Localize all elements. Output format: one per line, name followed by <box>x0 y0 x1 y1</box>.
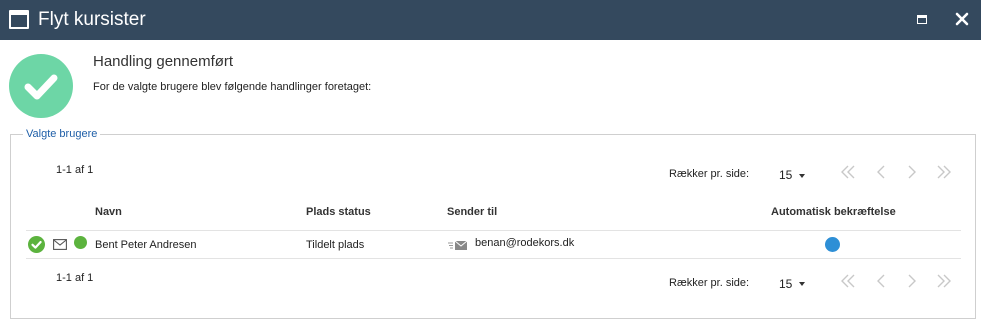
chevron-down-icon[interactable] <box>799 174 805 178</box>
previous-page-icon[interactable] <box>872 164 890 180</box>
window-icon <box>9 10 29 29</box>
rows-per-page-select[interactable]: 15 <box>779 277 792 291</box>
row-divider <box>26 258 961 259</box>
first-page-icon[interactable] <box>839 273 857 289</box>
title-bar: Flyt kursister <box>0 0 981 40</box>
selected-users-panel <box>10 134 976 319</box>
column-header-send-to[interactable]: Sender til <box>447 206 497 218</box>
first-page-icon[interactable] <box>839 164 857 180</box>
rows-per-page-label: Rækker pr. side: <box>669 168 750 180</box>
next-page-icon[interactable] <box>903 164 921 180</box>
last-page-icon[interactable] <box>935 164 953 180</box>
column-header-name[interactable]: Navn <box>95 206 122 218</box>
result-count-bottom: 1-1 af 1 <box>56 272 94 284</box>
user-name: Bent Peter Andresen <box>95 239 197 251</box>
last-page-icon[interactable] <box>935 273 953 289</box>
next-page-icon[interactable] <box>903 273 921 289</box>
result-heading: Handling gennemført <box>93 53 234 70</box>
chevron-down-icon[interactable] <box>799 282 805 286</box>
check-circle-icon <box>28 236 45 253</box>
auto-confirm-indicator <box>825 237 840 252</box>
status-dot-green <box>74 236 87 249</box>
header-divider <box>26 230 961 231</box>
result-count-top: 1-1 af 1 <box>56 164 94 176</box>
column-header-auto-confirm[interactable]: Automatisk bekræftelse <box>771 206 896 218</box>
close-icon[interactable] <box>953 10 971 28</box>
seat-status: Tildelt plads <box>306 239 365 251</box>
recipient-email: benan@rodekors.dk <box>475 237 575 249</box>
send-mail-icon <box>448 238 468 250</box>
maximize-icon[interactable] <box>917 15 927 24</box>
window-title: Flyt kursister <box>38 9 146 30</box>
result-message: For de valgte brugere blev følgende hand… <box>93 81 372 93</box>
panel-legend: Valgte brugere <box>23 127 101 141</box>
rows-per-page-label: Rækker pr. side: <box>669 277 750 289</box>
previous-page-icon[interactable] <box>872 273 890 289</box>
rows-per-page-select[interactable]: 15 <box>779 168 792 182</box>
checkmark-circle-icon <box>9 54 73 118</box>
column-header-seat-status[interactable]: Plads status <box>306 206 371 218</box>
envelope-icon <box>53 237 67 250</box>
